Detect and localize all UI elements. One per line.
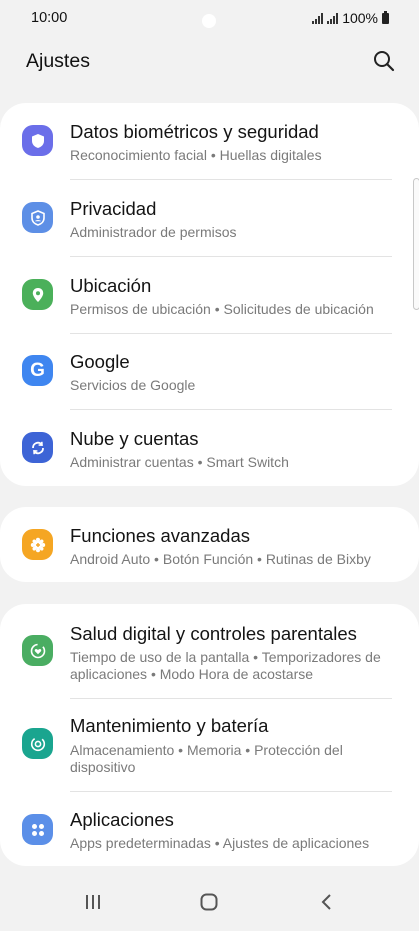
settings-item-apps[interactable]: Aplicaciones Apps predeterminadas • Ajus… <box>0 791 419 866</box>
settings-item-advanced-features[interactable]: Funciones avanzadas Android Auto • Botón… <box>0 507 419 582</box>
item-title: Datos biométricos y seguridad <box>70 121 319 142</box>
app-header: Ajustes <box>0 40 419 84</box>
item-title: Privacidad <box>70 198 157 219</box>
device-care-icon <box>22 728 53 759</box>
item-title: Aplicaciones <box>70 809 174 830</box>
item-subtitle: Administrar cuentas • Smart Switch <box>70 454 289 470</box>
scrollbar[interactable] <box>413 178 419 310</box>
recent-apps-icon[interactable] <box>79 890 107 914</box>
google-icon: G <box>22 355 53 386</box>
item-title: Funciones avanzadas <box>70 525 250 546</box>
apps-grid-icon <box>22 814 53 845</box>
settings-card-advanced: Funciones avanzadas Android Auto • Botón… <box>0 507 419 582</box>
settings-item-privacy[interactable]: Privacidad Administrador de permisos <box>0 180 419 256</box>
page-title: Ajustes <box>26 50 90 72</box>
front-camera <box>202 14 216 28</box>
item-title: Mantenimiento y batería <box>70 715 269 736</box>
item-subtitle: Servicios de Google <box>70 377 196 393</box>
privacy-icon <box>22 202 53 233</box>
signal-icon <box>312 12 324 24</box>
item-title: Ubicación <box>70 275 152 296</box>
settings-item-location[interactable]: Ubicación Permisos de ubicación • Solici… <box>0 256 419 333</box>
item-subtitle: Tiempo de uso de la pantalla • Temporiza… <box>70 649 381 682</box>
status-time: 10:00 <box>31 10 68 26</box>
item-title: Google <box>70 351 130 372</box>
signal-icon <box>327 12 339 24</box>
item-title: Nube y cuentas <box>70 428 199 449</box>
digital-wellbeing-icon <box>22 635 53 666</box>
location-pin-icon <box>22 279 53 310</box>
home-icon[interactable] <box>195 890 223 914</box>
back-icon[interactable] <box>313 890 341 914</box>
item-subtitle: Administrador de permisos <box>70 224 237 240</box>
item-subtitle: Permisos de ubicación • Solicitudes de u… <box>70 301 374 317</box>
settings-card-device: Salud digital y controles parentales Tie… <box>0 604 419 866</box>
battery-percent: 100% <box>342 10 378 26</box>
item-subtitle: Apps predeterminadas • Ajustes de aplica… <box>70 835 370 851</box>
navigation-bar <box>0 872 419 931</box>
sync-icon <box>22 432 53 463</box>
settings-item-biometrics[interactable]: Datos biométricos y seguridad Reconocimi… <box>0 103 419 180</box>
status-bar: 10:00 100% <box>0 0 419 36</box>
settings-item-google[interactable]: G Google Servicios de Google <box>0 333 419 409</box>
search-icon[interactable] <box>371 48 397 74</box>
battery-icon <box>382 10 389 24</box>
settings-card-security: Datos biométricos y seguridad Reconocimi… <box>0 103 419 486</box>
shield-icon <box>22 125 53 156</box>
item-subtitle: Android Auto • Botón Función • Rutinas d… <box>70 551 371 567</box>
status-indicators: 100% <box>312 10 389 26</box>
settings-item-digital-wellbeing[interactable]: Salud digital y controles parentales Tie… <box>0 604 419 698</box>
item-subtitle: Reconocimiento facial • Huellas digitale… <box>70 147 322 163</box>
gear-plus-icon <box>22 529 53 560</box>
settings-item-cloud-accounts[interactable]: Nube y cuentas Administrar cuentas • Sma… <box>0 409 419 486</box>
settings-item-device-care[interactable]: Mantenimiento y batería Almacenamiento •… <box>0 698 419 791</box>
item-subtitle: Almacenamiento • Memoria • Protección de… <box>70 742 343 775</box>
item-title: Salud digital y controles parentales <box>70 623 357 644</box>
